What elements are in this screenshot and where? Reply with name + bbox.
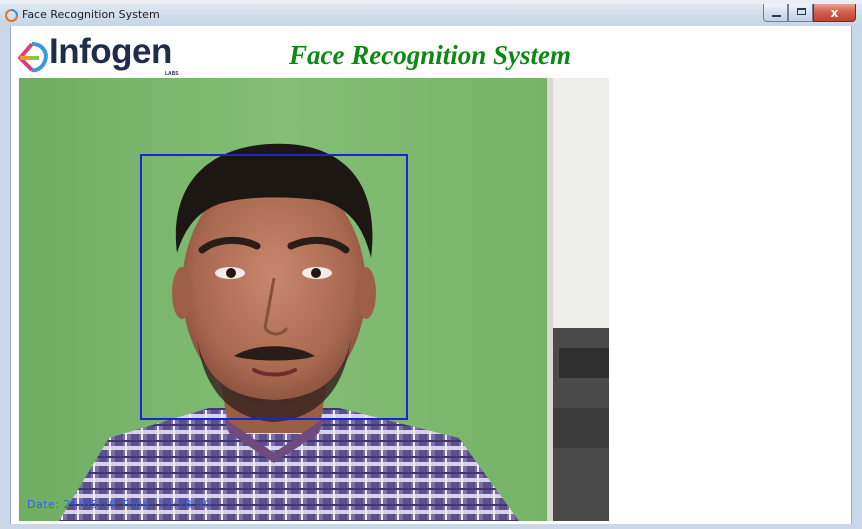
window-frame-left (0, 26, 11, 529)
datetime-overlay: Date: 21/05/19 Time: 12:28:40 (27, 498, 212, 511)
maximize-icon (797, 8, 806, 15)
app-title: Face Recognition System (289, 40, 571, 70)
window-titlebar[interactable]: Face Recognition System x (0, 4, 862, 27)
logo-mark-icon (18, 42, 48, 73)
face-detection-box (140, 154, 408, 420)
app-icon (5, 9, 18, 22)
window-title: Face Recognition System (22, 8, 160, 21)
close-icon: x (830, 6, 839, 20)
camera-feed: Date: 21/05/19 Time: 12:28:40 (19, 78, 609, 521)
minimize-icon (772, 15, 781, 17)
window-frame-right (851, 26, 862, 529)
window-frame-bottom (0, 524, 862, 529)
caption-buttons: x (763, 4, 856, 23)
close-button[interactable]: x (813, 4, 856, 22)
minimize-button[interactable] (763, 4, 788, 22)
maximize-button[interactable] (788, 4, 813, 22)
infogen-logo: Infogen LABS (15, 32, 185, 79)
logo-subtext: LABS (165, 71, 179, 77)
logo-text: Infogen (49, 32, 172, 71)
window-client-area: Infogen LABS Face Recognition System Dat… (11, 26, 851, 524)
